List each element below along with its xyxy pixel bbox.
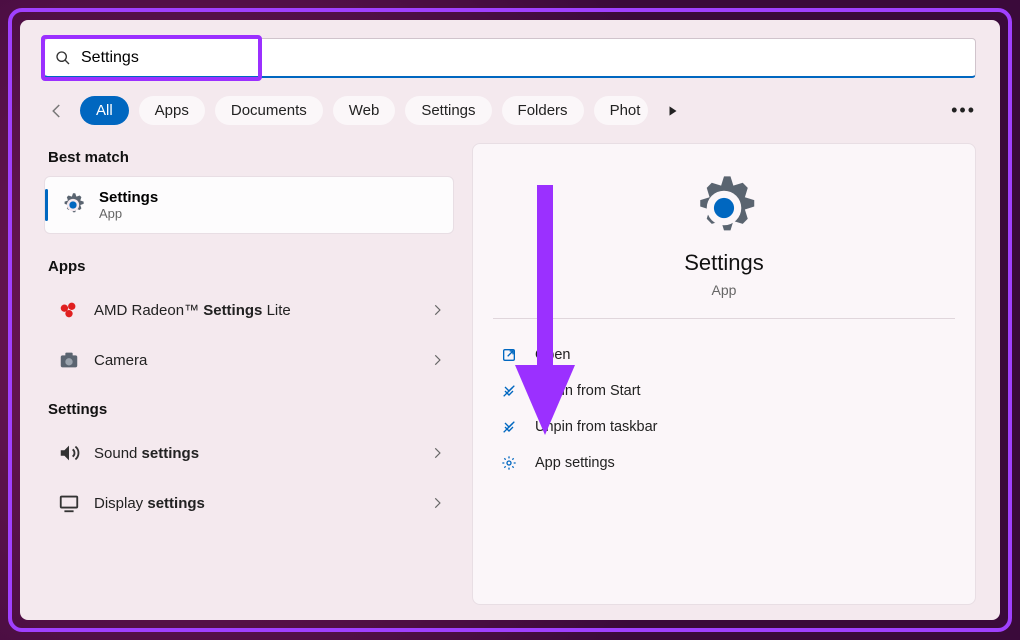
section-best-match: Best match (44, 143, 454, 176)
app-item-amd[interactable]: AMD Radeon™ Settings Lite (44, 285, 454, 335)
section-apps: Apps (44, 252, 454, 285)
chevron-right-icon (430, 496, 444, 510)
action-label: Unpin from Start (535, 383, 641, 399)
best-match-subtitle: App (99, 206, 158, 221)
action-label: App settings (535, 455, 615, 471)
setting-item-sound[interactable]: Sound settings (44, 428, 454, 478)
open-icon (499, 347, 519, 363)
section-settings: Settings (44, 395, 454, 428)
amd-icon (58, 299, 80, 321)
setting-label: Display settings (94, 495, 205, 512)
tab-all[interactable]: All (80, 96, 129, 125)
tab-settings[interactable]: Settings (405, 96, 491, 125)
gear-outline-icon (499, 455, 519, 471)
search-icon (55, 50, 71, 66)
sound-icon (58, 442, 80, 464)
tab-apps[interactable]: Apps (139, 96, 205, 125)
action-label: Unpin from taskbar (535, 419, 658, 435)
gear-icon (688, 172, 760, 244)
app-item-camera[interactable]: Camera (44, 335, 454, 385)
best-match-item[interactable]: Settings App (44, 176, 454, 234)
tab-photos[interactable]: Phot (594, 96, 649, 125)
camera-icon (58, 349, 80, 371)
chevron-right-icon (430, 446, 444, 460)
back-icon[interactable] (44, 98, 70, 124)
app-label: AMD Radeon™ Settings Lite (94, 302, 291, 319)
action-unpin-start[interactable]: Unpin from Start (493, 373, 955, 409)
best-match-title: Settings (99, 189, 158, 206)
tab-web[interactable]: Web (333, 96, 396, 125)
chevron-right-icon (430, 303, 444, 317)
results-list: Best match Settings App Apps (44, 143, 454, 605)
display-icon (58, 492, 80, 514)
unpin-icon (499, 419, 519, 435)
start-search-window: All Apps Documents Web Settings Folders … (20, 20, 1000, 620)
gear-icon (59, 191, 87, 219)
tabs-more-icon[interactable]: ••• (951, 100, 976, 121)
detail-title: Settings (684, 250, 764, 276)
chevron-right-icon (430, 353, 444, 367)
filter-tabs: All Apps Documents Web Settings Folders … (44, 96, 976, 125)
search-input-container[interactable] (44, 38, 976, 78)
setting-item-display[interactable]: Display settings (44, 478, 454, 528)
app-label: Camera (94, 352, 147, 369)
details-pane: Settings App Open Unpin from Start (472, 143, 976, 605)
divider (493, 318, 955, 319)
tabs-scroll-right-icon[interactable] (658, 100, 688, 122)
action-unpin-taskbar[interactable]: Unpin from taskbar (493, 409, 955, 445)
search-bar (44, 38, 976, 78)
setting-label: Sound settings (94, 445, 199, 462)
action-label: Open (535, 347, 570, 363)
tab-documents[interactable]: Documents (215, 96, 323, 125)
search-input[interactable] (81, 49, 965, 67)
detail-subtitle: App (712, 282, 737, 298)
action-open[interactable]: Open (493, 337, 955, 373)
unpin-icon (499, 383, 519, 399)
tab-folders[interactable]: Folders (502, 96, 584, 125)
action-app-settings[interactable]: App settings (493, 445, 955, 481)
